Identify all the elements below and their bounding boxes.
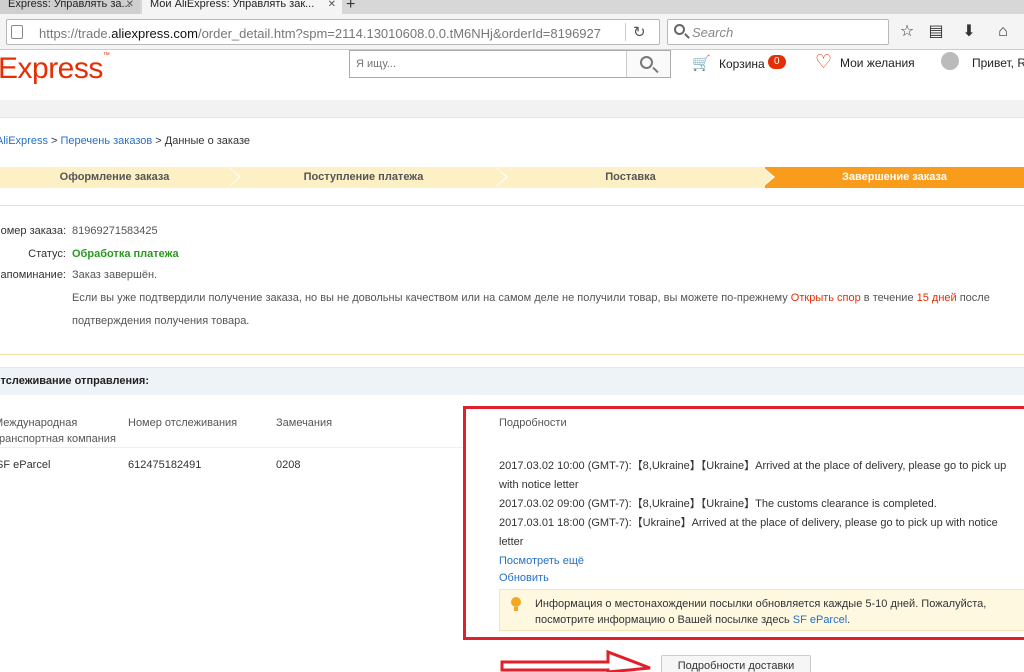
tracking-header: Отслеживание отправления: [0, 367, 1024, 395]
status-value: Обработка платежа [72, 248, 179, 260]
reminder-value: Заказ завершён. [72, 269, 158, 281]
download-icon[interactable]: ⬇ [959, 22, 979, 42]
url-path: /order_detail.htm?spm=2114.13010608.0.0.… [197, 26, 602, 41]
home-icon[interactable]: ⌂ [993, 22, 1013, 42]
reminder-text-part: после [956, 292, 990, 304]
reminder-text-part: в течение [860, 292, 917, 304]
breadcrumb-separator: > [152, 135, 165, 147]
divider [625, 23, 626, 41]
search-placeholder: Search [692, 25, 734, 40]
tracking-number[interactable]: 612475182491 [128, 459, 201, 471]
open-dispute-link[interactable]: Открыть спор [791, 292, 861, 304]
annotation-arrow-icon [500, 650, 651, 672]
breadcrumb-home[interactable]: AliExpress [0, 135, 48, 147]
close-icon[interactable]: ✕ [126, 0, 134, 10]
url-prefix: https://trade. [39, 26, 112, 41]
avatar [941, 52, 959, 70]
logo-tm: ™ [102, 52, 110, 59]
greeting: Привет, R [972, 56, 1024, 70]
step-divider [762, 167, 773, 187]
close-icon[interactable]: ✕ [328, 0, 336, 10]
tab-title: Мои AliExpress: Управлять зак... [150, 0, 315, 10]
browser-tab-active[interactable]: Мои AliExpress: Управлять зак... ✕ [142, 0, 342, 14]
reminder-text-part: Если вы уже подтвердили получение заказа… [72, 292, 791, 304]
cart-label: Корзина [719, 57, 765, 71]
step-divider [228, 167, 239, 187]
breadcrumb: AliExpress > Перечень заказов > Данные о… [0, 135, 250, 147]
bookmark-star-icon[interactable]: ☆ [897, 22, 917, 42]
page-info-icon[interactable] [11, 25, 23, 39]
col-header-company-line1: Международная [0, 417, 78, 429]
col-header-company-line2: транспортная компания [0, 433, 116, 445]
breadcrumb-orders[interactable]: Перечень заказов [61, 135, 153, 147]
reload-icon[interactable]: ↻ [633, 23, 646, 41]
new-tab-icon[interactable]: + [346, 0, 355, 14]
browser-search-input[interactable]: Search [667, 19, 889, 45]
col-header-company: Международная транспортная компания [0, 415, 116, 447]
days-count: 15 дней [916, 292, 957, 304]
col-header-tracking-number: Номер отслеживания [128, 417, 238, 429]
highlight-annotation-box [463, 406, 1024, 640]
browser-tab-bar: Express: Управлять за... ✕ Мои AliExpres… [0, 0, 1024, 14]
search-icon [640, 56, 653, 69]
order-number-value: 81969271583425 [72, 225, 158, 237]
breadcrumb-separator: > [47, 135, 61, 147]
browser-toolbar: https://trade.aliexpress.com/order_detai… [0, 14, 1024, 50]
browser-tab[interactable]: Express: Управлять за... ✕ [0, 0, 140, 14]
wishlist-label: Мои желания [840, 56, 915, 70]
status-label: Статус: [28, 248, 66, 260]
breadcrumb-current: Данные о заказе [164, 135, 250, 147]
step-shipping: Поставка [605, 171, 656, 183]
order-number-label: Номер заказа: [0, 225, 66, 237]
site-search-placeholder: Я ищу... [356, 58, 396, 70]
search-icon [674, 24, 685, 35]
cart-count-badge: 0 [768, 55, 786, 69]
remarks-value: 0208 [276, 459, 301, 471]
step-divider [495, 167, 506, 187]
url-text[interactable]: https://trade.aliexpress.com/order_detai… [39, 26, 609, 41]
reminder-text-line2: подтверждения получения товара. [72, 315, 250, 327]
carrier-name: SF eParcel [0, 459, 51, 471]
cart-icon: 🛒 [692, 55, 711, 72]
step-payment: Поступление платежа [303, 171, 424, 183]
tab-title: Express: Управлять за... [8, 0, 131, 10]
reminder-text: Если вы уже подтвердили получение заказа… [72, 292, 990, 304]
nav-band [0, 100, 1024, 118]
url-domain: aliexpress.com [111, 26, 198, 41]
site-search-input[interactable]: Я ищу... [349, 50, 671, 78]
address-bar[interactable]: https://trade.aliexpress.com/order_detai… [6, 19, 660, 45]
aliexpress-logo[interactable]: Express™ [0, 52, 110, 86]
delivery-details-button[interactable]: Подробности доставки [661, 655, 811, 672]
col-header-remarks: Замечания [276, 417, 333, 429]
divider [0, 447, 465, 448]
reminder-label: Напоминание: [0, 269, 66, 281]
order-progress: Оформление заказа Поступление платежа По… [0, 167, 1024, 188]
reading-list-icon[interactable]: ▤ [926, 22, 946, 42]
site-search-button[interactable] [626, 51, 670, 77]
heart-icon: ♡ [815, 52, 833, 73]
tracking-heading: Отслеживание отправления: [0, 375, 149, 387]
step-order-placed: Оформление заказа [59, 171, 170, 183]
step-completed: Завершение заказа [765, 167, 1024, 188]
logo-text: Express [0, 52, 103, 85]
